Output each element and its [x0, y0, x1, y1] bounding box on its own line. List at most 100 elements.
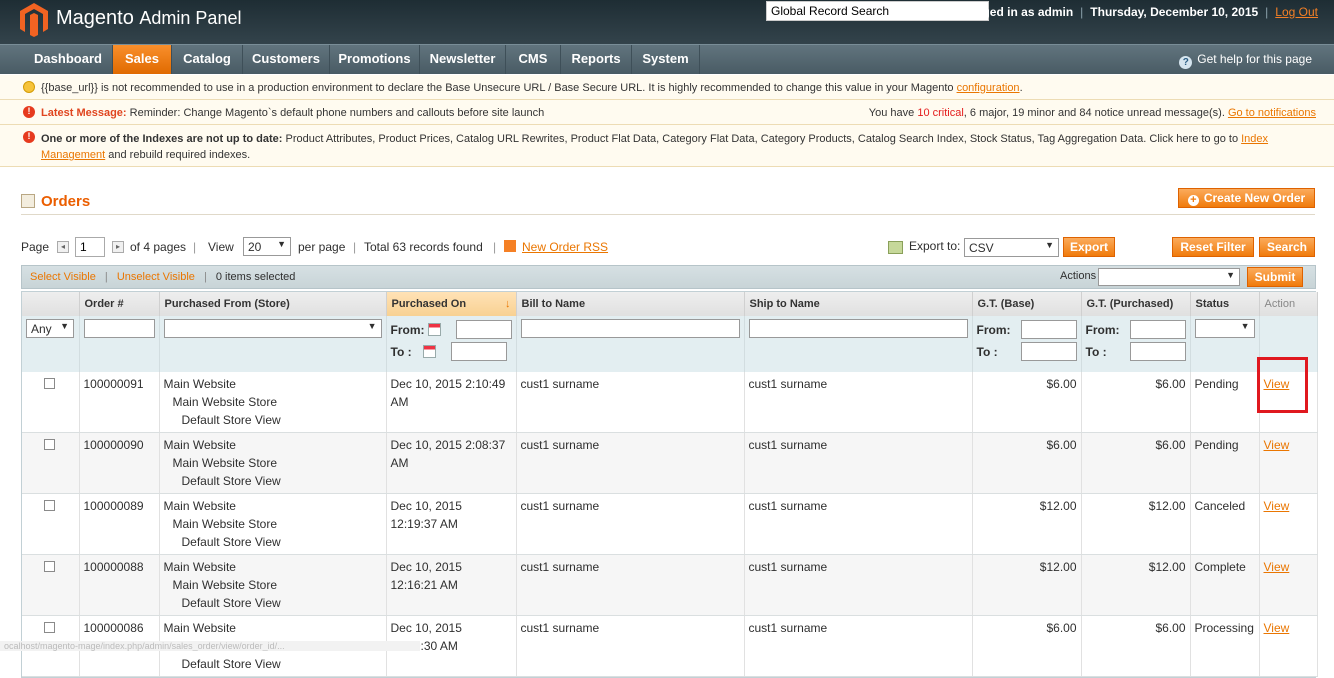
- prev-page-icon[interactable]: ◂: [57, 241, 69, 253]
- nav-promotions[interactable]: Promotions: [330, 45, 420, 74]
- table-row[interactable]: 100000089 Main Website Main Website Store D…: [22, 493, 1318, 555]
- nav-customers[interactable]: Customers: [243, 45, 330, 74]
- actions-select[interactable]: ▼: [1098, 268, 1240, 286]
- bill-to-name: cust1 surname: [516, 432, 745, 494]
- gt-base-from-input[interactable]: [1020, 320, 1077, 339]
- table-row[interactable]: 100000088 Main Website Main Website Store D…: [22, 554, 1318, 616]
- gt-purchased-to-input[interactable]: [1129, 342, 1186, 361]
- gt-base: $12.00: [972, 554, 1082, 616]
- select-visible-link[interactable]: Select Visible: [30, 271, 96, 283]
- nav-newsletter[interactable]: Newsletter: [420, 45, 506, 74]
- store-filter[interactable]: ▼: [163, 319, 382, 338]
- bill-to-name: cust1 surname: [516, 554, 745, 616]
- purchased-from-input[interactable]: [455, 320, 512, 339]
- magento-logo-icon: [20, 3, 48, 37]
- search-button[interactable]: Search: [1259, 237, 1315, 257]
- col-header-ship-to[interactable]: Ship to Name: [744, 292, 973, 316]
- help-link[interactable]: ? Get help for this page: [1179, 52, 1312, 69]
- ship-to-name: cust1 surname: [744, 554, 973, 616]
- help-icon: ?: [1179, 56, 1193, 69]
- row-checkbox[interactable]: [44, 378, 55, 389]
- gt-purchased: $6.00: [1081, 432, 1191, 494]
- ship-to-name: cust1 surname: [744, 432, 973, 494]
- gt-base-to-input[interactable]: [1020, 342, 1077, 361]
- store-cell: Main WebsiteMain Website StoreDefault St…: [159, 493, 387, 555]
- row-select-cell: [22, 493, 80, 555]
- col-header-purchased-on[interactable]: Purchased On ↓: [386, 292, 517, 316]
- bill-to-filter[interactable]: [520, 319, 740, 338]
- nav-cms[interactable]: CMS: [506, 45, 561, 74]
- actions-label: Actions: [1060, 270, 1097, 282]
- unselect-visible-link[interactable]: Unselect Visible: [117, 271, 195, 283]
- col-header-gt-purchased[interactable]: G.T. (Purchased): [1081, 292, 1191, 316]
- gt-base: $6.00: [972, 615, 1082, 677]
- gt-purchased: $12.00: [1081, 554, 1191, 616]
- col-header-order[interactable]: Order #: [79, 292, 160, 316]
- row-checkbox[interactable]: [44, 500, 55, 511]
- order-status: Processing: [1190, 615, 1260, 677]
- chevron-down-icon: ▼: [1045, 240, 1054, 250]
- row-select-cell: [22, 432, 80, 494]
- ship-to-filter[interactable]: [748, 319, 968, 338]
- per-page-select[interactable]: 20 ▼: [243, 237, 291, 256]
- col-header-action: Action: [1259, 292, 1318, 316]
- new-order-rss-link[interactable]: New Order RSS: [522, 240, 608, 254]
- next-page-icon[interactable]: ▸: [112, 241, 124, 253]
- configuration-link[interactable]: configuration: [957, 82, 1020, 94]
- view-order-link[interactable]: View: [1264, 621, 1290, 635]
- store-cell: Main WebsiteMain Website StoreDefault St…: [159, 432, 387, 494]
- bill-to-name: cust1 surname: [516, 493, 745, 555]
- gt-base: $12.00: [972, 493, 1082, 555]
- col-header-bill-to[interactable]: Bill to Name: [516, 292, 745, 316]
- status-filter[interactable]: ▼: [1194, 319, 1255, 338]
- purchased-to-input[interactable]: [450, 342, 507, 361]
- select-filter[interactable]: Any ▼: [26, 319, 74, 338]
- table-row[interactable]: 100000091 Main Website Main Website Store D…: [22, 372, 1318, 433]
- items-selected-count: 0 items selected: [215, 271, 296, 283]
- export-button[interactable]: Export: [1063, 237, 1115, 257]
- nav-sales[interactable]: Sales: [113, 45, 172, 74]
- nav-system[interactable]: System: [632, 45, 700, 74]
- order-number-filter[interactable]: [83, 319, 155, 338]
- view-order-link[interactable]: View: [1264, 560, 1290, 574]
- logout-link[interactable]: Log Out: [1275, 5, 1318, 19]
- row-checkbox[interactable]: [44, 622, 55, 633]
- nav-dashboard[interactable]: Dashboard: [24, 45, 113, 74]
- submit-button[interactable]: Submit: [1247, 267, 1303, 287]
- export-format-select[interactable]: CSV ▼: [964, 238, 1059, 257]
- go-to-notifications-link[interactable]: Go to notifications: [1228, 107, 1316, 119]
- reset-filter-button[interactable]: Reset Filter: [1172, 237, 1254, 257]
- row-checkbox[interactable]: [44, 561, 55, 572]
- nav-reports[interactable]: Reports: [561, 45, 632, 74]
- order-status: Pending: [1190, 432, 1260, 494]
- global-search-input[interactable]: [766, 1, 989, 21]
- order-status: Pending: [1190, 372, 1260, 433]
- row-select-cell: [22, 372, 80, 433]
- action-cell: View: [1259, 615, 1318, 677]
- gt-purchased-from-input[interactable]: [1129, 320, 1186, 339]
- calendar-icon[interactable]: [427, 323, 441, 336]
- action-cell: View: [1259, 493, 1318, 555]
- error-icon: !: [23, 106, 35, 118]
- logged-in-label: Logged in as admin: [960, 5, 1074, 19]
- table-row[interactable]: 100000090 Main Website Main Website Store D…: [22, 432, 1318, 494]
- view-order-link[interactable]: View: [1264, 499, 1290, 513]
- latest-message-notice: ! Latest Message: Reminder: Change Magen…: [0, 100, 1334, 125]
- col-header-store[interactable]: Purchased From (Store): [159, 292, 387, 316]
- col-header-status[interactable]: Status: [1190, 292, 1260, 316]
- row-checkbox[interactable]: [44, 439, 55, 450]
- nav-catalog[interactable]: Catalog: [172, 45, 243, 74]
- gt-purchased: $6.00: [1081, 372, 1191, 433]
- bill-to-name: cust1 surname: [516, 372, 745, 433]
- calendar-icon[interactable]: [422, 345, 436, 358]
- view-label: View: [208, 240, 234, 254]
- create-new-order-button[interactable]: + Create New Order: [1178, 188, 1315, 208]
- page-number-input[interactable]: [75, 237, 105, 257]
- ship-to-name: cust1 surname: [744, 372, 973, 433]
- ship-to-name: cust1 surname: [744, 615, 973, 677]
- view-order-link[interactable]: View: [1264, 438, 1290, 452]
- col-header-gt-base[interactable]: G.T. (Base): [972, 292, 1082, 316]
- error-icon: !: [23, 131, 35, 143]
- grid-header-row: Order # Purchased From (Store) Purchased…: [22, 292, 1318, 316]
- gt-base: $6.00: [972, 372, 1082, 433]
